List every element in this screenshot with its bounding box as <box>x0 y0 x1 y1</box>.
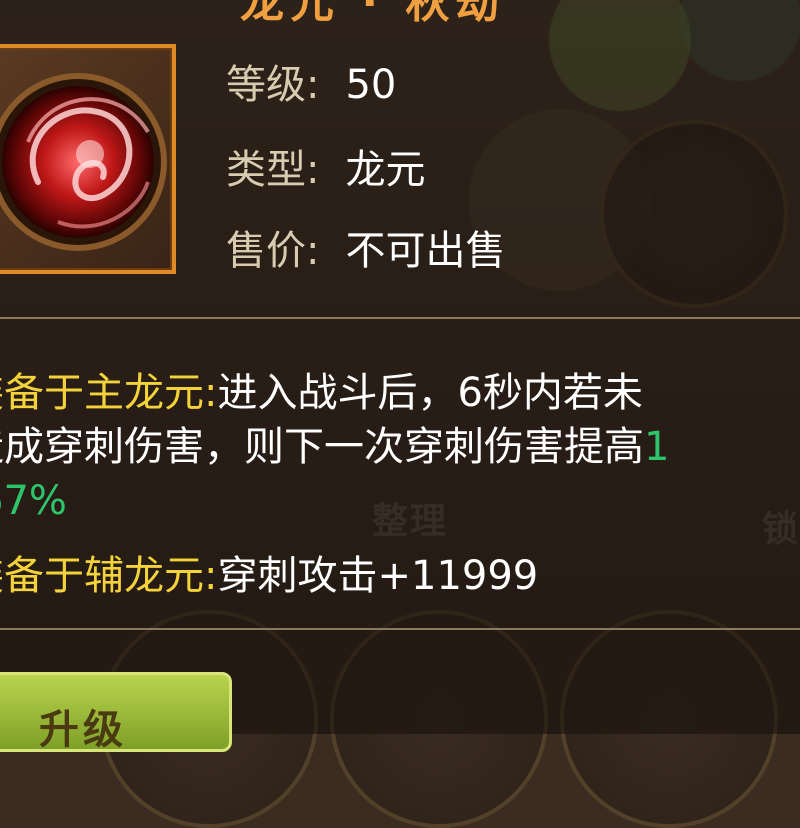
type-value: 龙元 <box>345 147 426 193</box>
aux-effect-label: 装备于辅龙元: <box>0 553 218 599</box>
item-level-row: 等级: 50 <box>226 52 396 110</box>
main-effect-text-2: 造成穿刺伤害，则下一次穿刺伤害提高 <box>0 424 644 470</box>
item-price-row: 售价: 不可出售 <box>226 218 505 276</box>
main-effect-line-2: 造成穿刺伤害，则下一次穿刺伤害提高1 <box>0 414 669 472</box>
upgrade-button[interactable]: 升级 <box>0 672 232 753</box>
red-dragon-orb-icon <box>0 73 167 251</box>
level-value: 50 <box>345 62 397 108</box>
main-effect-line-3: 67% <box>0 478 67 524</box>
main-effect-value-1: 1 <box>644 424 670 470</box>
main-effect-value-2: 67% <box>0 478 67 524</box>
aux-effect-text: 穿刺攻击+11999 <box>217 553 539 599</box>
item-type-row: 类型: 龙元 <box>226 137 425 195</box>
price-label: 售价: <box>226 228 320 274</box>
divider <box>0 317 800 319</box>
divider <box>0 628 800 630</box>
aux-effect-line: 装备于辅龙元:穿刺攻击+11999 <box>0 543 538 601</box>
main-effect-text-1: 进入战斗后，6秒内若未 <box>217 370 643 416</box>
item-tooltip-panel: 龙元 · 秋劫 等级: 50 类型: 龙元 售价: 不可出售 备于主龙元:进入战… <box>0 0 800 734</box>
type-label: 类型: <box>226 147 320 193</box>
upgrade-button-label: 升级 <box>39 707 127 753</box>
item-title: 龙元 · 秋劫 <box>240 0 506 28</box>
main-effect-label: 装备于主龙元: <box>0 370 218 416</box>
level-label: 等级: <box>226 62 320 108</box>
price-value: 不可出售 <box>345 228 506 274</box>
main-effect-line-1: 装备于主龙元:进入战斗后，6秒内若未 <box>0 360 643 418</box>
item-icon-frame <box>0 44 176 274</box>
